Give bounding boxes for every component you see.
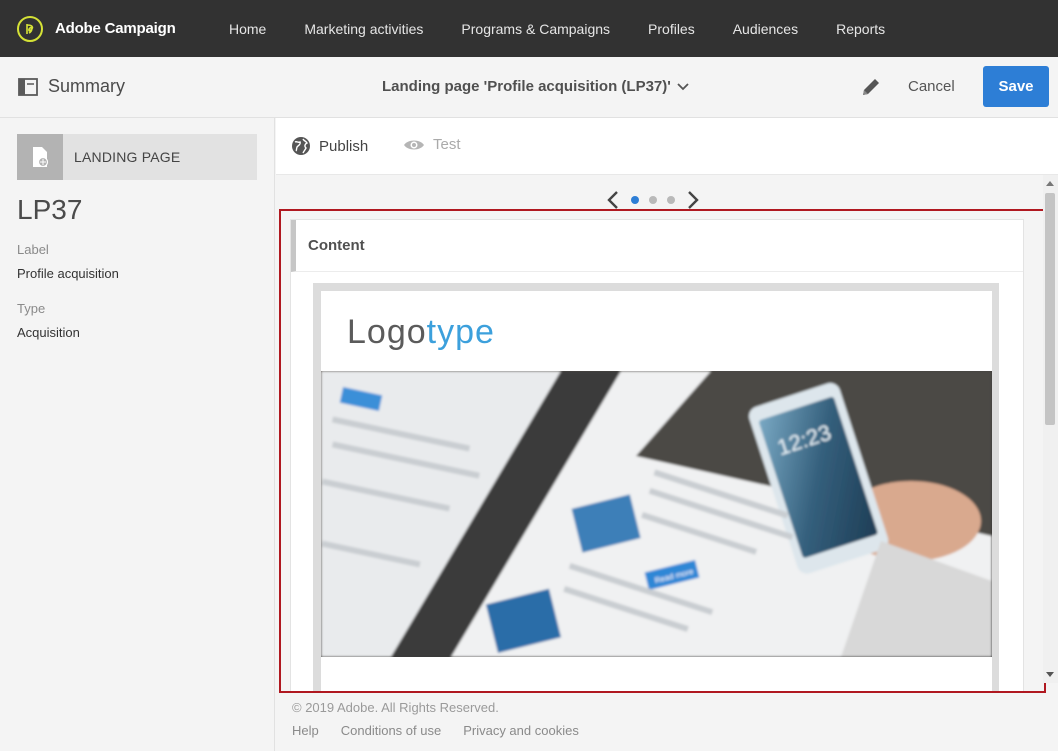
top-navigation-bar: Adobe Campaign Home Marketing activities…: [0, 0, 1058, 57]
cancel-button[interactable]: Cancel: [908, 78, 955, 95]
globe-icon: [292, 137, 310, 155]
type-field-label: Type: [17, 301, 46, 316]
scroll-down-arrow[interactable]: [1046, 672, 1054, 677]
chevron-right-icon[interactable]: [686, 190, 700, 210]
scroll-up-arrow[interactable]: [1046, 181, 1054, 186]
nav-item-profiles[interactable]: Profiles: [648, 21, 695, 37]
pager-dot-2[interactable]: [649, 196, 657, 204]
content-highlight-frame: [279, 209, 1046, 693]
nav-item-home[interactable]: Home: [229, 21, 266, 37]
publish-button[interactable]: Publish: [291, 136, 368, 156]
app-name: Adobe Campaign: [55, 20, 176, 37]
footer-copyright: © 2019 Adobe. All Rights Reserved.: [292, 700, 499, 715]
test-label: Test: [433, 136, 461, 153]
nav-item-marketing-activities[interactable]: Marketing activities: [304, 21, 423, 37]
content-toolbar: Publish Test: [276, 118, 1058, 175]
main-content: Publish Test Content Logotype 12:23 Read…: [276, 118, 1058, 751]
footer-links: Help Conditions of use Privacy and cooki…: [292, 723, 601, 738]
page-title-dropdown[interactable]: Landing page 'Profile acquisition (LP37)…: [382, 78, 689, 95]
landing-page-badge-label: LANDING PAGE: [74, 149, 181, 165]
eye-icon: [404, 140, 424, 149]
vertical-scrollbar[interactable]: [1043, 175, 1058, 683]
footer-link-privacy[interactable]: Privacy and cookies: [463, 723, 579, 738]
summary-label: Summary: [48, 76, 126, 96]
adobe-campaign-logo-icon: [17, 15, 43, 42]
label-field-label: Label: [17, 242, 49, 257]
preview-pager: [606, 190, 700, 210]
nav-item-audiences[interactable]: Audiences: [733, 21, 798, 37]
save-button[interactable]: Save: [983, 66, 1049, 107]
nav-item-reports[interactable]: Reports: [836, 21, 885, 37]
pencil-icon[interactable]: [860, 76, 882, 103]
landing-page-id: LP37: [17, 194, 83, 225]
summary-bar: Summary Landing page 'Profile acquisitio…: [0, 57, 1058, 118]
main-nav: Home Marketing activities Programs & Cam…: [229, 21, 923, 37]
landing-page-badge: LANDING PAGE: [17, 134, 257, 180]
footer-link-conditions[interactable]: Conditions of use: [341, 723, 441, 738]
pager-dot-1[interactable]: [631, 196, 639, 204]
landing-page-icon: [17, 134, 63, 180]
scroll-thumb[interactable]: [1045, 193, 1055, 425]
chevron-down-icon: [677, 82, 689, 90]
test-button[interactable]: Test: [403, 136, 461, 153]
page-title: Landing page 'Profile acquisition (LP37)…: [382, 78, 671, 95]
nav-item-programs-campaigns[interactable]: Programs & Campaigns: [461, 21, 610, 37]
type-field-value: Acquisition: [17, 325, 80, 340]
publish-label: Publish: [319, 137, 369, 155]
pager-dot-3[interactable]: [667, 196, 675, 204]
chevron-left-icon[interactable]: [606, 190, 620, 210]
sidebar-panel-icon: [18, 77, 38, 96]
summary-toggle[interactable]: Summary: [18, 76, 125, 97]
brand[interactable]: Adobe Campaign: [17, 15, 207, 42]
summary-panel: LANDING PAGE LP37 Label Profile acquisit…: [0, 118, 275, 751]
label-field-value: Profile acquisition: [17, 266, 119, 281]
footer-link-help[interactable]: Help: [292, 723, 319, 738]
